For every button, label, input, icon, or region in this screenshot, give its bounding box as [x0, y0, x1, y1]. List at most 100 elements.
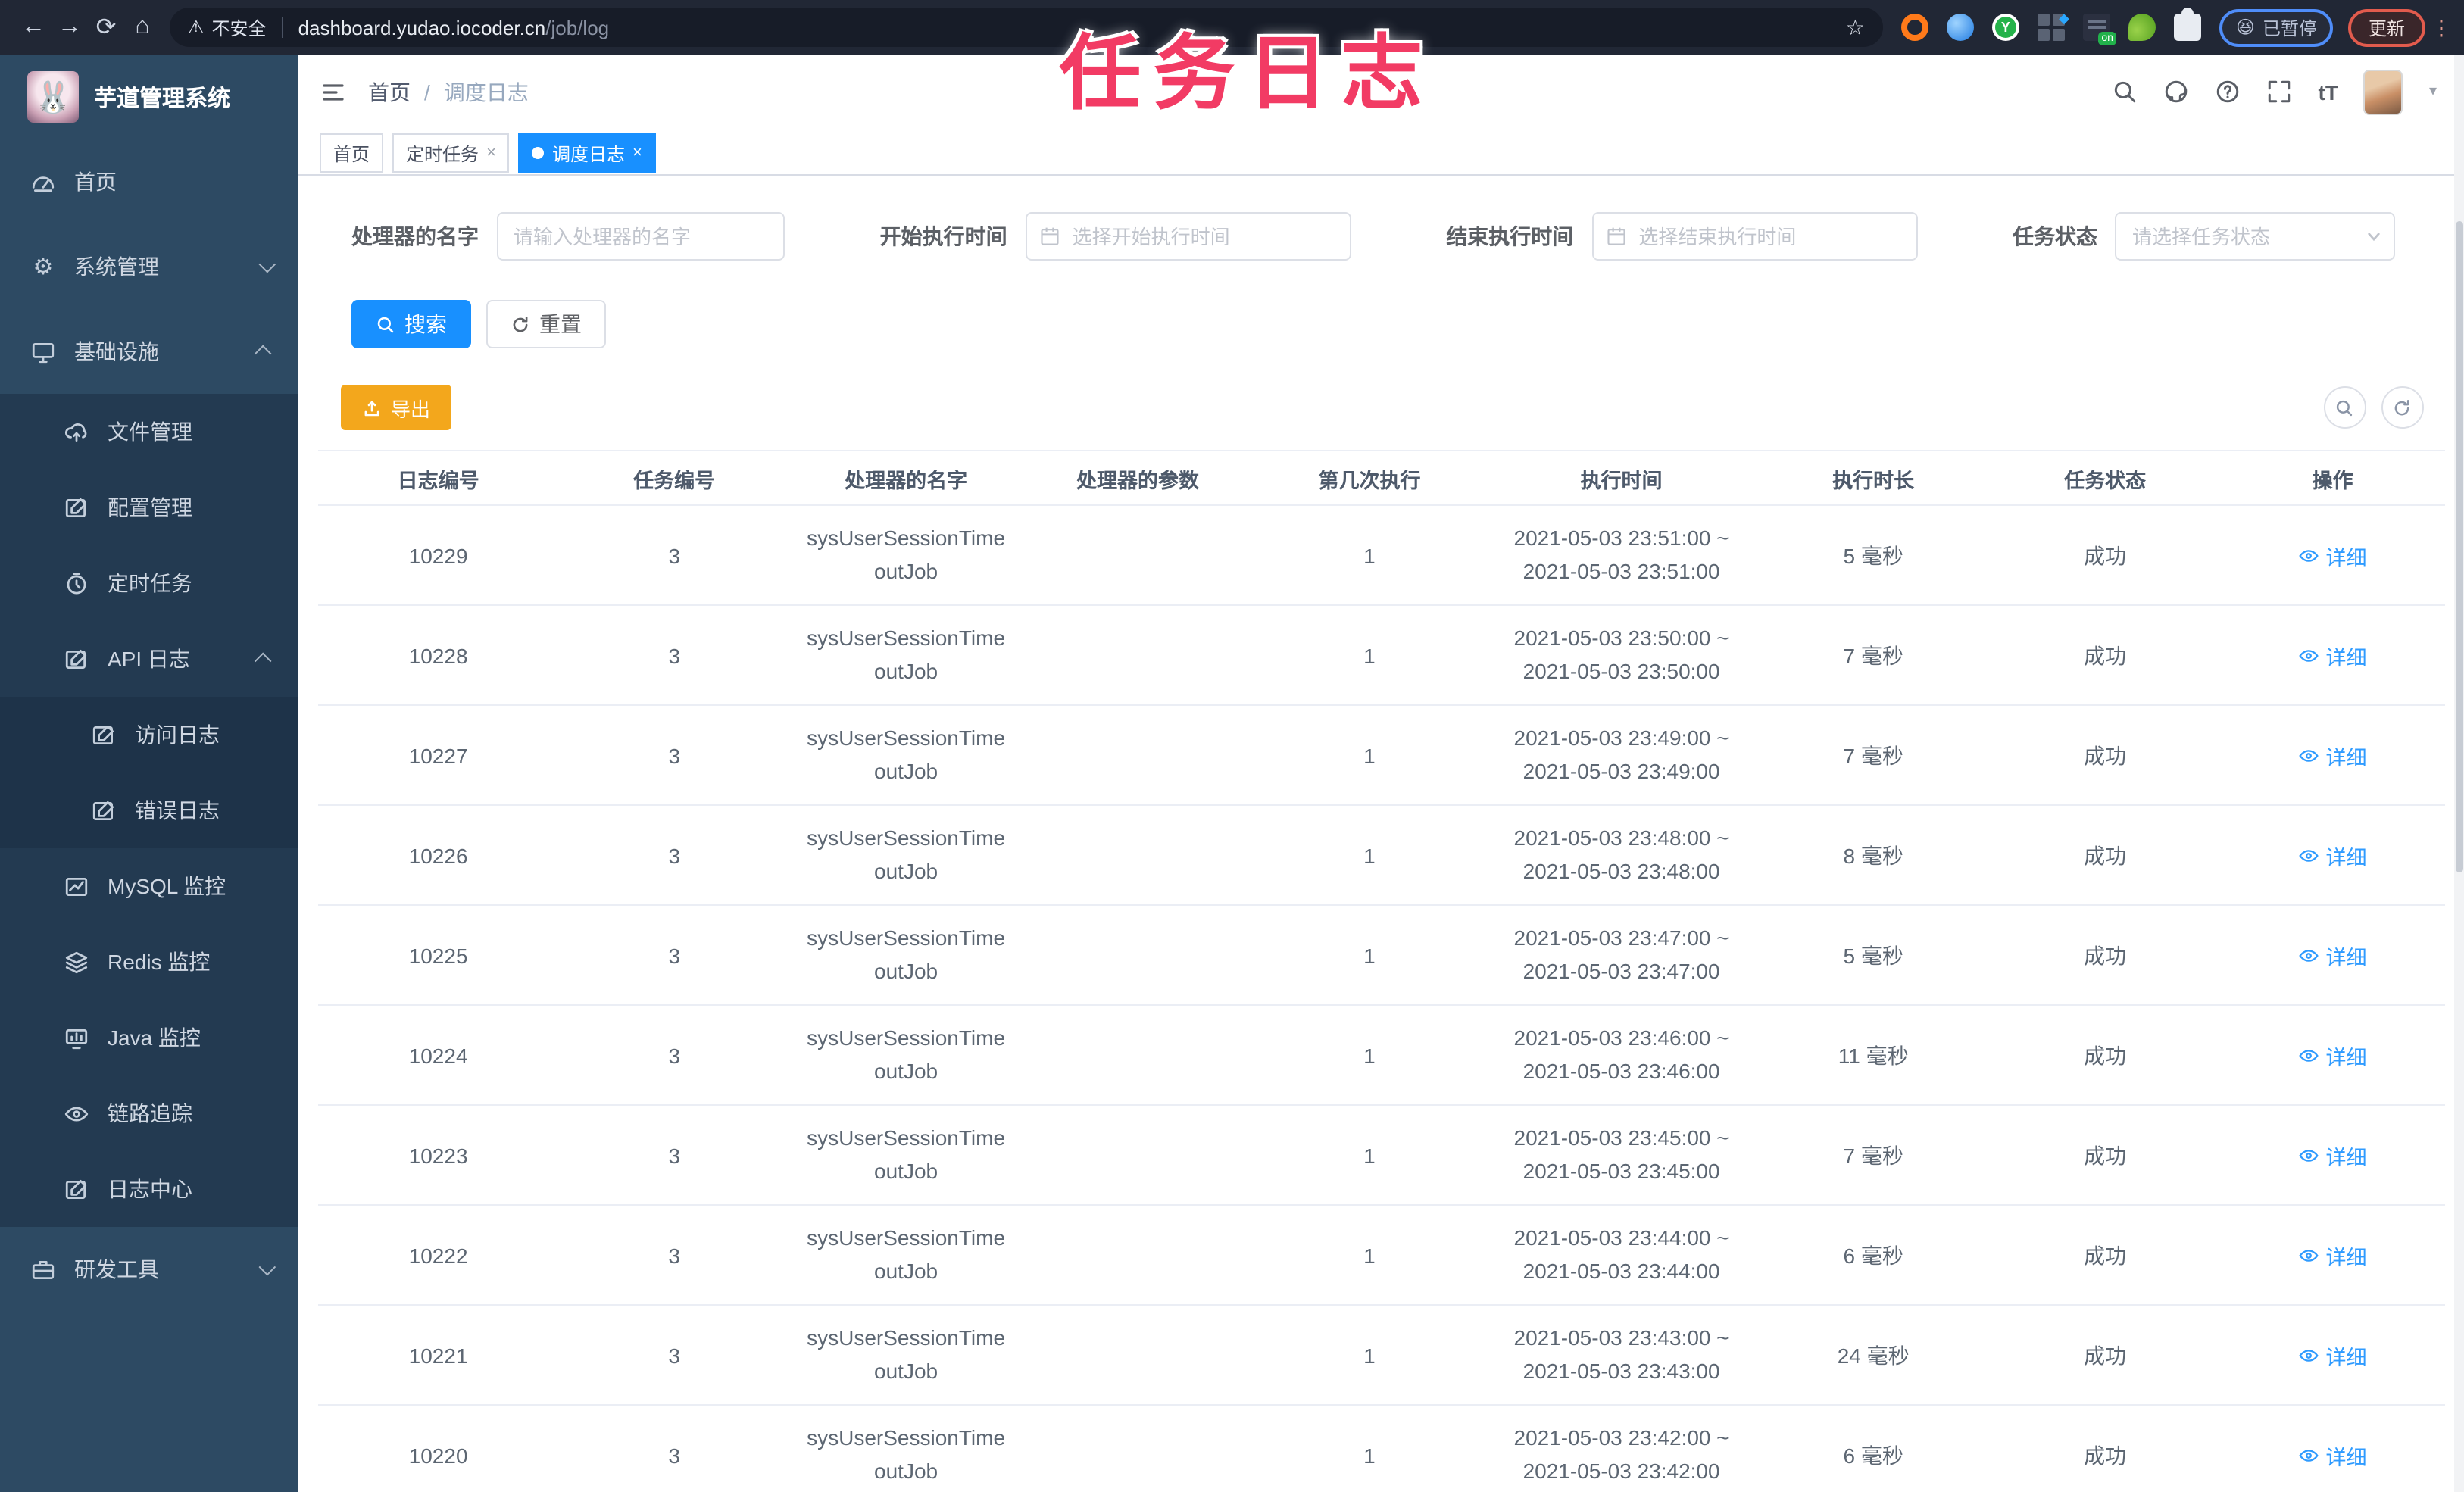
cell-handler-name: sysUserSessionTimeoutJob: [790, 1205, 1023, 1306]
detail-link[interactable]: 详细: [2299, 840, 2367, 870]
sidebar-item-log-center[interactable]: 日志中心: [0, 1151, 298, 1227]
detail-link[interactable]: 详细: [2299, 640, 2367, 670]
cell-duration: 6 毫秒: [1757, 1205, 1990, 1306]
filter-form: 处理器的名字 开始执行时间 结束执行时间: [318, 212, 2444, 261]
home-icon[interactable]: ⌂: [124, 14, 161, 41]
job-status-select[interactable]: [2115, 212, 2396, 261]
sidebar-item-api-log[interactable]: API 日志: [0, 621, 298, 697]
sidebar-item-scheduled-jobs[interactable]: 定时任务: [0, 545, 298, 621]
font-size-icon[interactable]: tT: [2319, 80, 2338, 104]
reset-button[interactable]: 重置: [486, 300, 606, 349]
extension-leaf-icon[interactable]: [2128, 14, 2156, 41]
handler-name-input[interactable]: [497, 212, 785, 261]
browser-menu-icon[interactable]: ⋮: [2431, 14, 2452, 40]
cell-handler-name: sysUserSessionTimeoutJob: [790, 1405, 1023, 1492]
paused-extension-badge[interactable]: 😆 已暂停: [2219, 8, 2334, 46]
table-row: 10223 3 sysUserSessionTimeoutJob 1 2021-…: [318, 1105, 2444, 1206]
app-logo-row[interactable]: 🐰 芋道管理系统: [0, 55, 298, 139]
refresh-icon: [513, 316, 528, 332]
cell-handler-name: sysUserSessionTimeoutJob: [790, 605, 1023, 707]
api-log-icon: [65, 648, 87, 669]
sidebar-item-home[interactable]: 首页: [0, 139, 298, 224]
tab-job-log[interactable]: 调度日志 ×: [518, 133, 656, 173]
detail-link[interactable]: 详细: [2299, 1040, 2367, 1070]
cell-execute-time: 2021-05-03 23:49:00 ~2021-05-03 23:49:00: [1485, 705, 1758, 807]
export-button[interactable]: 导出: [341, 385, 452, 431]
extension-orange-ring-icon[interactable]: [1900, 14, 1928, 41]
table-row: 10227 3 sysUserSessionTimeoutJob 1 2021-…: [318, 705, 2444, 807]
sidebar-item-system-management[interactable]: ⚙ 系统管理: [0, 224, 298, 309]
chevron-down-icon: [258, 1258, 276, 1276]
help-icon[interactable]: [2216, 79, 2241, 105]
cell-status: 成功: [1989, 1205, 2222, 1306]
sidebar-item-file-management[interactable]: 文件管理: [0, 394, 298, 470]
search-button[interactable]: 搜索: [351, 300, 471, 349]
fullscreen-icon[interactable]: [2267, 79, 2293, 105]
sidebar-item-error-log[interactable]: 错误日志: [0, 773, 298, 848]
search-icon[interactable]: [2113, 79, 2138, 105]
tab-home[interactable]: 首页: [320, 133, 384, 173]
detail-link[interactable]: 详细: [2299, 940, 2367, 970]
sidebar-item-dev-tools[interactable]: 研发工具: [0, 1227, 298, 1312]
detail-link[interactable]: 详细: [2299, 1140, 2367, 1170]
scrollbar-thumb[interactable]: [2455, 221, 2462, 872]
cell-task-id: 3: [558, 905, 791, 1007]
app-root: ← → ⟳ ⌂ ⚠ 不安全 dashboard.yudao.iocoder.cn…: [0, 0, 2464, 1492]
back-icon[interactable]: ←: [15, 14, 52, 41]
detail-link[interactable]: 详细: [2299, 540, 2367, 570]
cell-execute-time: 2021-05-03 23:51:00 ~2021-05-03 23:51:00: [1485, 505, 1758, 607]
filter-end-time: 结束执行时间: [1446, 212, 1918, 261]
sidebar-item-redis-monitor[interactable]: Redis 监控: [0, 924, 298, 1000]
forward-icon[interactable]: →: [52, 14, 88, 41]
toggle-search-button[interactable]: [2323, 386, 2366, 429]
extensions-puzzle-icon[interactable]: [2173, 8, 2201, 41]
breadcrumb-home[interactable]: 首页: [368, 76, 411, 107]
refresh-table-button[interactable]: [2381, 386, 2423, 429]
sidebar-item-java-monitor[interactable]: Java 监控: [0, 1000, 298, 1075]
user-menu-caret-icon[interactable]: ▾: [2429, 83, 2437, 100]
hamburger-icon[interactable]: [320, 80, 347, 104]
extension-green-y-icon[interactable]: Y: [1991, 14, 2019, 41]
cell-task-id: 3: [558, 505, 791, 607]
extension-blue-lamp-icon[interactable]: [1946, 14, 1974, 41]
update-button[interactable]: 更新: [2348, 8, 2425, 46]
close-icon[interactable]: ×: [632, 145, 642, 163]
extension-grid-icon[interactable]: ◆: [2037, 11, 2069, 41]
sidebar-item-trace[interactable]: 链路追踪: [0, 1075, 298, 1151]
cell-task-id: 3: [558, 1005, 791, 1107]
end-time-input[interactable]: [1591, 212, 1918, 261]
detail-link[interactable]: 详细: [2299, 1240, 2367, 1270]
sidebar-item-infrastructure[interactable]: 基础设施: [0, 309, 298, 394]
reload-icon[interactable]: ⟳: [88, 12, 124, 42]
cell-actions: 详细: [2221, 1405, 2444, 1492]
col-handler-param: 处理器的参数: [1022, 450, 1254, 507]
tab-scheduled-jobs[interactable]: 定时任务 ×: [392, 133, 510, 173]
user-avatar[interactable]: [2363, 69, 2403, 115]
cell-handler-param: [1022, 605, 1254, 707]
cell-handler-name: sysUserSessionTimeoutJob: [790, 805, 1023, 907]
github-icon[interactable]: [2164, 79, 2190, 105]
page-scrollbar[interactable]: [2453, 55, 2464, 1492]
bookmark-star-icon[interactable]: ☆: [1846, 14, 1865, 40]
sidebar-item-mysql-monitor[interactable]: MySQL 监控: [0, 848, 298, 924]
cell-duration: 7 毫秒: [1757, 605, 1990, 707]
detail-link[interactable]: 详细: [2299, 1340, 2367, 1370]
extension-on-badge-icon[interactable]: on: [2082, 14, 2116, 45]
sidebar-item-config-management[interactable]: 配置管理: [0, 470, 298, 545]
close-icon[interactable]: ×: [486, 145, 496, 163]
redis-monitor-icon: [65, 950, 88, 973]
sidebar-item-access-log[interactable]: 访问日志: [0, 697, 298, 773]
cell-status: 成功: [1989, 505, 2222, 607]
start-time-input[interactable]: [1025, 212, 1351, 261]
security-warning-icon[interactable]: ⚠: [188, 17, 205, 38]
cell-handler-param: [1022, 505, 1254, 607]
refresh-icon: [2394, 399, 2409, 415]
detail-link[interactable]: 详细: [2299, 1440, 2367, 1470]
annotation-title: 任务日志: [1059, 29, 1435, 120]
cell-execute-index: 1: [1254, 1005, 1485, 1107]
detail-link[interactable]: 详细: [2299, 740, 2367, 770]
cell-execute-index: 1: [1254, 1405, 1485, 1492]
cell-handler-name: sysUserSessionTimeoutJob: [790, 705, 1023, 807]
cell-execute-time: 2021-05-03 23:44:00 ~2021-05-03 23:44:00: [1485, 1205, 1758, 1306]
url-bar[interactable]: ⚠ 不安全 dashboard.yudao.iocoder.cn/job/log…: [170, 8, 1883, 47]
